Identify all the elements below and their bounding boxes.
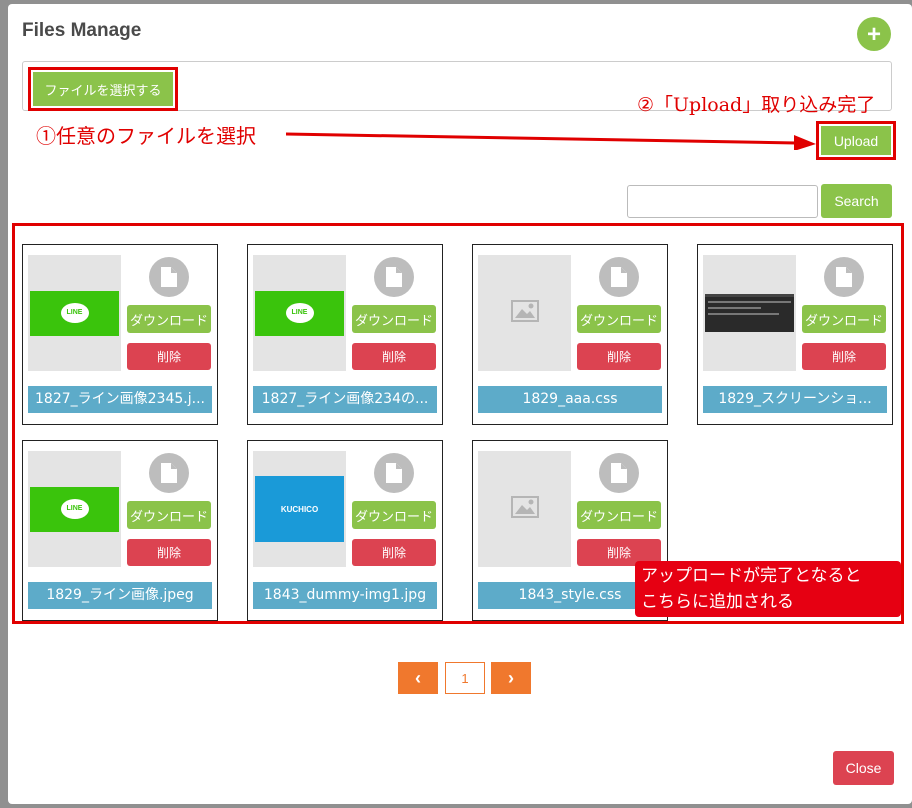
search-input[interactable] <box>627 185 818 218</box>
file-icon <box>149 257 189 297</box>
line-logo-image: LINE <box>30 290 119 336</box>
delete-button[interactable]: 削除 <box>352 539 436 566</box>
download-button[interactable]: ダウンロード <box>577 305 661 333</box>
choose-file-highlight: ファイルを選択する <box>28 67 178 111</box>
upload-button[interactable]: Upload <box>821 126 891 155</box>
file-name: 1829_aaa.css <box>478 386 662 413</box>
download-button[interactable]: ダウンロード <box>127 501 211 529</box>
annotation-step2: ②「Upload」取り込み完了 <box>637 94 876 116</box>
annotation-step1: ①任意のファイルを選択 <box>36 124 256 148</box>
line-logo-image: LINE <box>255 290 344 336</box>
line-logo-image: LINE <box>30 486 119 532</box>
file-name: 1829_ライン画像.jpeg <box>28 582 212 609</box>
line-logo-text: LINE <box>60 303 89 323</box>
image-placeholder-icon <box>510 496 539 522</box>
file-icon <box>374 453 414 493</box>
modal-title: Files Manage <box>22 20 142 41</box>
file-icon <box>374 257 414 297</box>
pagination-prev-button[interactable]: ‹ <box>398 662 438 694</box>
file-thumbnail <box>478 451 571 567</box>
choose-file-button[interactable]: ファイルを選択する <box>33 72 173 106</box>
file-name: 1843_dummy-img1.jpg <box>253 582 437 609</box>
line-logo-text: LINE <box>285 303 314 323</box>
line-logo-text: LINE <box>60 499 89 519</box>
file-thumbnail: LINE <box>28 255 121 371</box>
upload-callout: アップロードが完了となると こちらに追加される <box>635 561 901 617</box>
file-thumbnail <box>703 255 796 371</box>
file-icon <box>599 257 639 297</box>
delete-button[interactable]: 削除 <box>577 343 661 370</box>
file-name: 1829_スクリーンショ... <box>703 386 887 413</box>
plus-icon: + <box>866 20 881 48</box>
download-button[interactable]: ダウンロード <box>577 501 661 529</box>
file-card: ダウンロード 削除 1829_スクリーンショ... <box>697 244 893 425</box>
delete-button[interactable]: 削除 <box>127 539 211 566</box>
file-thumbnail: LINE <box>28 451 121 567</box>
download-button[interactable]: ダウンロード <box>352 501 436 529</box>
delete-button[interactable]: 削除 <box>802 343 886 370</box>
file-card: LINE ダウンロード 削除 1829_ライン画像.jpeg <box>22 440 218 621</box>
delete-button[interactable]: 削除 <box>352 343 436 370</box>
annotation-arrow-icon <box>286 132 816 150</box>
file-icon <box>599 453 639 493</box>
kuchico-logo-text: KUCHICO <box>280 504 319 514</box>
files-manage-modal: Files Manage + ファイルを選択する ②「Upload」取り込み完了… <box>8 4 912 804</box>
download-button[interactable]: ダウンロード <box>352 305 436 333</box>
callout-line2: こちらに追加される <box>641 592 794 612</box>
callout-line1: アップロードが完了となると <box>641 566 862 586</box>
search-button[interactable]: Search <box>821 184 892 218</box>
file-thumbnail: KUCHICO <box>253 451 346 567</box>
close-button[interactable]: Close <box>833 751 894 785</box>
screenshot-image <box>705 294 794 332</box>
file-card: KUCHICO ダウンロード 削除 1843_dummy-img1.jpg <box>247 440 443 621</box>
add-button[interactable]: + <box>857 17 891 51</box>
file-icon <box>149 453 189 493</box>
pagination-next-button[interactable]: › <box>491 662 531 694</box>
file-name: 1827_ライン画像234の... <box>253 386 437 413</box>
file-name: 1827_ライン画像2345.j... <box>28 386 212 413</box>
download-button[interactable]: ダウンロード <box>127 305 211 333</box>
file-card: ダウンロード 削除 1829_aaa.css <box>472 244 668 425</box>
file-thumbnail <box>478 255 571 371</box>
file-thumbnail: LINE <box>253 255 346 371</box>
pagination-page-button[interactable]: 1 <box>445 662 485 694</box>
file-card: LINE ダウンロード 削除 1827_ライン画像2345.j... <box>22 244 218 425</box>
file-icon <box>824 257 864 297</box>
delete-button[interactable]: 削除 <box>127 343 211 370</box>
download-button[interactable]: ダウンロード <box>802 305 886 333</box>
image-placeholder-icon <box>510 300 539 326</box>
upload-highlight: Upload <box>816 121 896 160</box>
kuchico-logo-image: KUCHICO <box>255 476 344 542</box>
file-card: LINE ダウンロード 削除 1827_ライン画像234の... <box>247 244 443 425</box>
